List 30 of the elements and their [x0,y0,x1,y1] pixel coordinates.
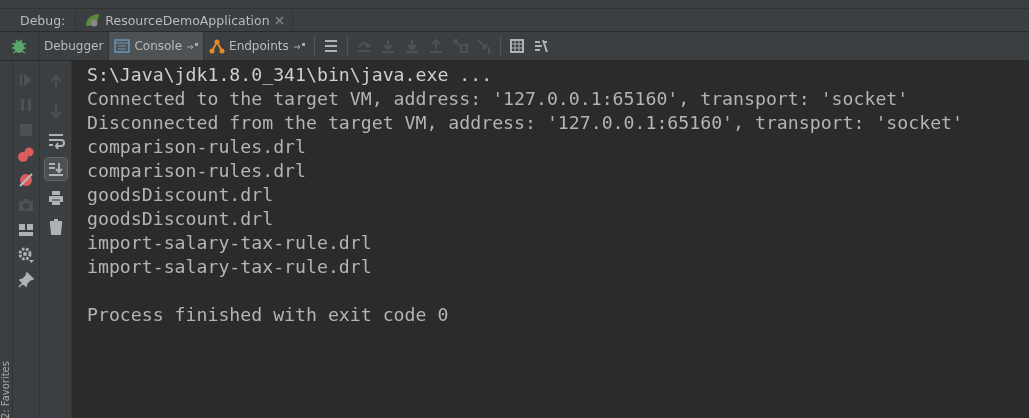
console-line: S:\Java\jdk1.8.0_341\bin\java.exe ... [87,63,494,87]
console-line: Process finished with exit code 0 [87,303,450,327]
close-icon[interactable] [274,15,284,25]
console-line: import-salary-tax-rule.drl [87,255,373,279]
pin-icon[interactable] [17,271,35,289]
printer-icon[interactable] [46,189,65,207]
tab[interactable]: Console [108,32,204,60]
layout-icon[interactable] [17,221,35,239]
console-icon [114,39,131,53]
console-line: goodsDiscount.drl [87,183,275,207]
console-line: goodsDiscount.drl [87,207,275,231]
console-line: comparison-rules.drl [87,135,307,159]
endpoints-icon [209,38,226,54]
leaf-icon [84,12,101,28]
console-line: comparison-rules.drl [87,159,307,183]
panel-label: Debug: [19,12,67,28]
console-line: import-salary-tax-rule.drl [87,231,373,255]
settings-icon[interactable] [17,246,35,264]
bug-icon[interactable] [10,37,28,55]
scroll-to-end-icon[interactable] [46,160,65,178]
mute-breakpoints-icon[interactable] [17,171,35,189]
calculator-icon[interactable] [507,37,526,55]
run-config-tab[interactable]: ResourceDemoApplication [75,9,293,31]
console-line: Disconnected from the target VM, address: '127.0.0.1:65160', transport: 'socket' [87,111,964,135]
pin-tab-icon[interactable] [186,42,199,50]
tab[interactable]: Endpoints [203,32,310,60]
console-line: Connected to the target VM, address: '127.0.0.1:65160', transport: 'socket' [87,87,910,111]
breakpoints-icon[interactable] [17,146,35,164]
soft-wrap-icon[interactable] [46,131,65,149]
pin-tab-icon[interactable] [292,42,305,50]
